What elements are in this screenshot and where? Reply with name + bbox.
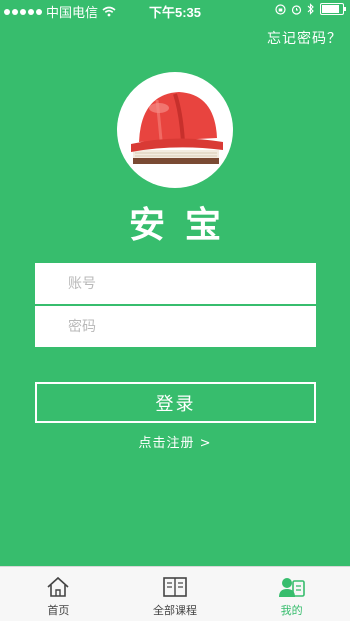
tab-bar: 首页 全部课程 我的	[0, 566, 350, 621]
account-input[interactable]	[35, 263, 316, 304]
forgot-password-link[interactable]: 忘记密码？	[267, 28, 342, 48]
register-link[interactable]: 点击注册 >	[0, 432, 350, 451]
alarm-icon	[291, 4, 302, 15]
status-bar: 中国电信 下午5:35	[0, 0, 350, 20]
app-name: 安宝	[128, 204, 241, 246]
bluetooth-icon	[307, 3, 314, 15]
safety-helmet-icon	[131, 92, 223, 164]
password-input[interactable]	[35, 306, 316, 347]
rotation-lock-icon	[275, 3, 286, 15]
tab-all-courses[interactable]: 全部课程	[117, 567, 234, 621]
tab-home-label: 首页	[47, 604, 70, 617]
book-icon	[163, 577, 187, 597]
battery-fill	[322, 5, 339, 13]
tab-mine-label: 我的	[280, 604, 303, 617]
tab-mine[interactable]: 我的	[233, 567, 350, 621]
home-icon	[47, 576, 69, 597]
app-logo	[117, 72, 233, 188]
battery-icon	[320, 3, 346, 15]
profile-card-icon	[278, 578, 305, 597]
tab-all-courses-label: 全部课程	[153, 604, 197, 617]
tab-home[interactable]: 首页	[0, 567, 117, 621]
login-button[interactable]: 登录	[35, 382, 316, 423]
status-right	[275, 3, 346, 15]
